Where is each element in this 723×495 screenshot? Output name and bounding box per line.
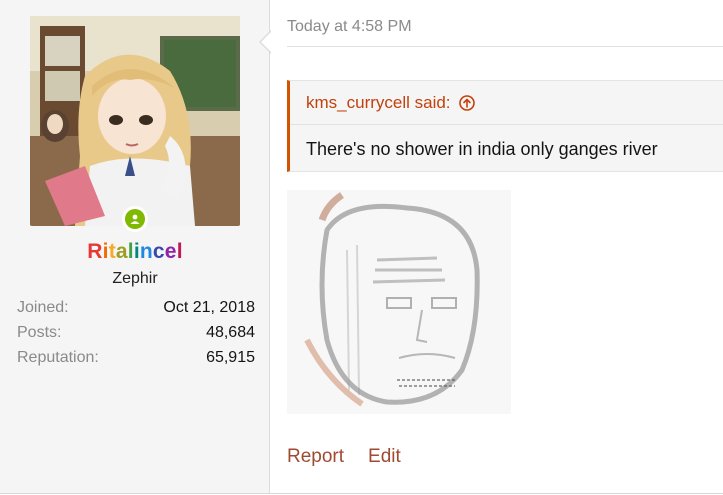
username-letter: R — [87, 240, 103, 263]
arrow-up-circle-icon[interactable] — [458, 95, 475, 111]
stat-value: 65,915 — [206, 349, 255, 366]
username-letter: c — [152, 240, 165, 263]
quote-header[interactable]: kms_currycell said: — [306, 93, 475, 113]
stat-label: Joined: — [17, 299, 69, 316]
username-letter: a — [115, 240, 128, 263]
user-title: Zephir — [112, 270, 158, 287]
username-letter: n — [139, 240, 153, 263]
divider — [287, 46, 723, 47]
stat-value[interactable]: 48,684 — [206, 323, 255, 348]
username[interactable]: Ritalincel — [0, 240, 270, 264]
user-stats: Joined: Oct 21, 2018 Posts: 48,684 Reput… — [17, 298, 255, 373]
post-image[interactable] — [287, 190, 511, 414]
sketch-face-image — [287, 190, 511, 414]
user-icon — [130, 214, 140, 224]
stat-value: Oct 21, 2018 — [163, 299, 255, 316]
avatar[interactable] — [30, 16, 240, 226]
username-letter: e — [164, 240, 177, 263]
user-info-panel: Ritalincel Zephir Joined: Oct 21, 2018 P… — [0, 0, 270, 493]
stat-posts: Posts: 48,684 — [17, 323, 255, 348]
post-actions: Report Edit — [287, 446, 401, 468]
username-letter: t — [108, 240, 116, 263]
online-status-indicator — [122, 206, 148, 232]
stat-reputation: Reputation: 65,915 — [17, 348, 255, 373]
report-link[interactable]: Report — [287, 446, 344, 468]
message-post: Ritalincel Zephir Joined: Oct 21, 2018 P… — [0, 0, 723, 494]
username-letter: l — [176, 240, 183, 263]
divider — [290, 124, 723, 125]
quote-text: There's no shower in india only ganges r… — [306, 139, 658, 159]
stat-label: Reputation: — [17, 349, 99, 366]
stat-label: Posts: — [17, 324, 62, 341]
post-timestamp[interactable]: Today at 4:58 PM — [287, 18, 412, 36]
edit-link[interactable]: Edit — [368, 446, 401, 468]
quote-author[interactable]: kms_currycell said: — [306, 93, 451, 113]
message-body: Today at 4:58 PM kms_currycell said: The… — [271, 0, 723, 493]
stat-joined: Joined: Oct 21, 2018 — [17, 298, 255, 323]
avatar-image — [30, 16, 240, 226]
quote-block: kms_currycell said: There's no shower in… — [287, 80, 723, 172]
